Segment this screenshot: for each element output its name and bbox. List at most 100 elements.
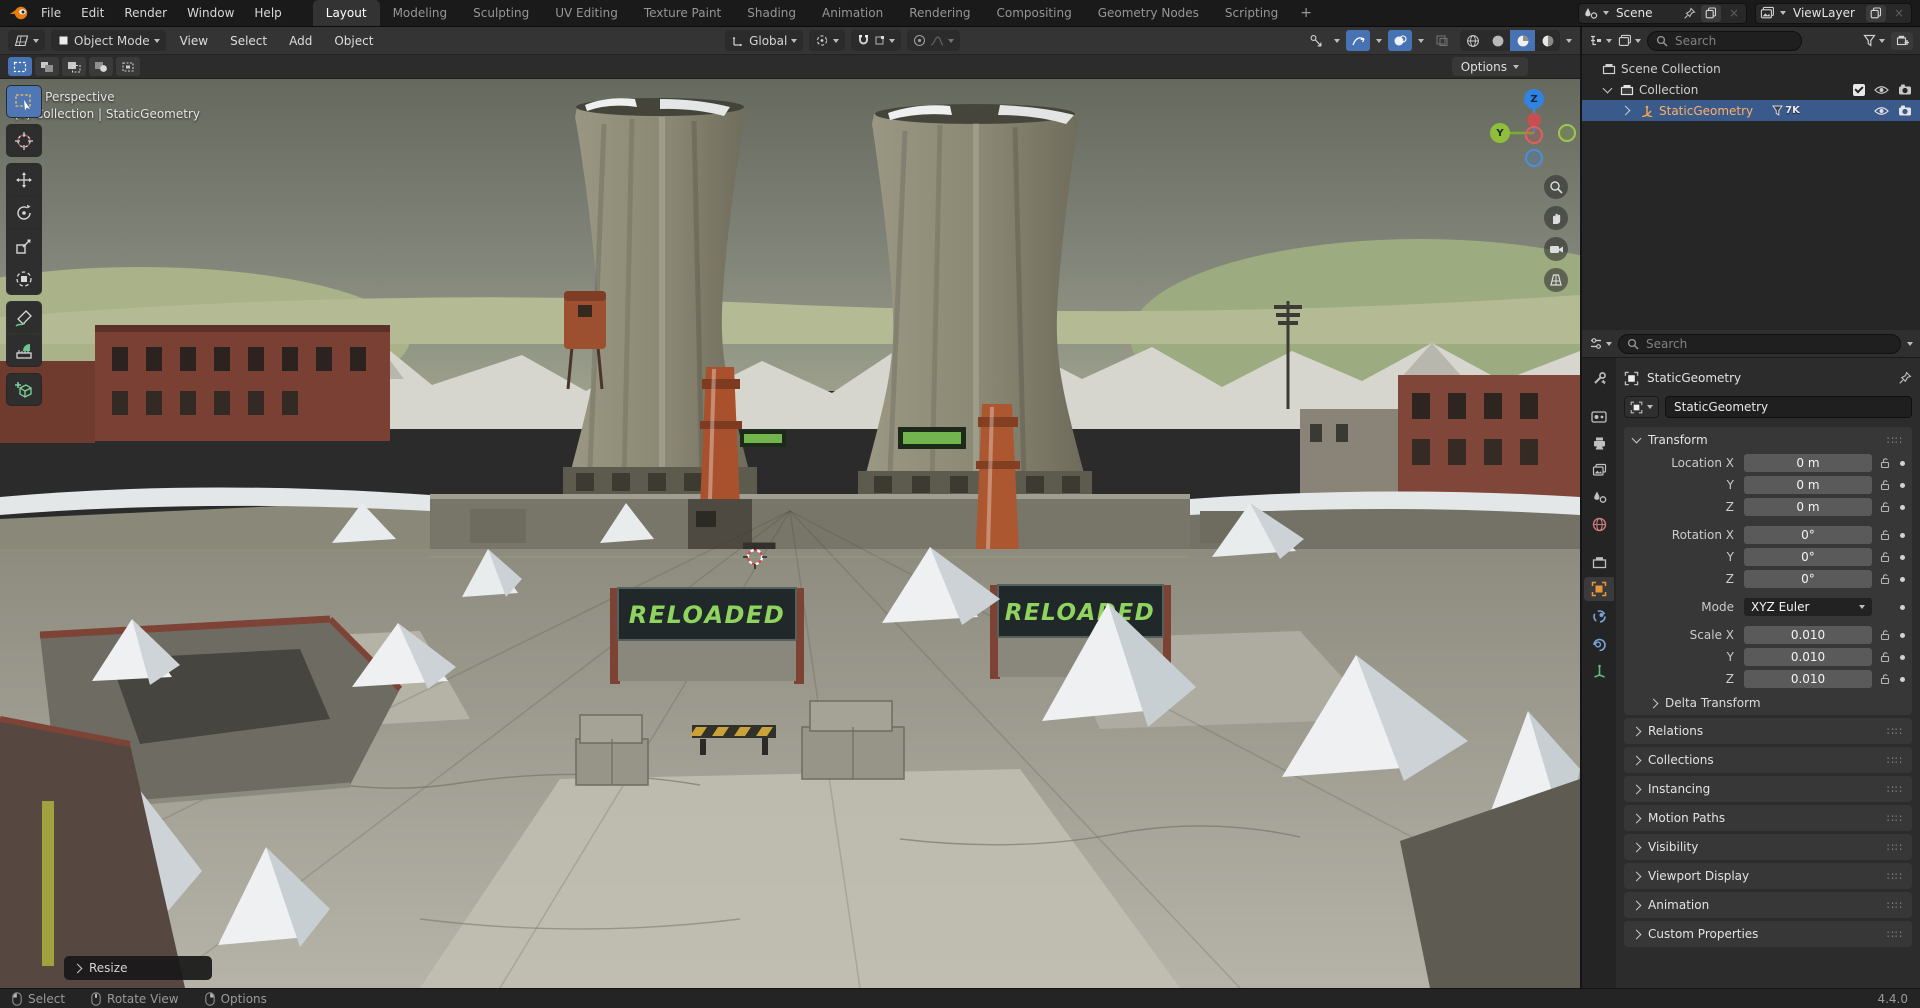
properties-search[interactable] [1618,334,1901,354]
menu-select[interactable]: Select [222,31,275,51]
lock-open-icon[interactable] [1879,651,1891,663]
menu-view[interactable]: View [172,31,216,51]
tab-constraints-properties[interactable] [1584,604,1614,628]
viewport-display-panel[interactable]: Viewport Display∷∷ [1624,863,1912,889]
panel-grip-icon[interactable]: ∷∷ [1887,899,1903,912]
menu-help[interactable]: Help [245,2,290,24]
scale-y-field[interactable]: 0.010 [1744,648,1872,666]
outliner-search-input[interactable] [1673,33,1793,49]
outliner-display-mode[interactable] [1618,34,1641,47]
properties-editor-selector[interactable] [1589,337,1612,350]
snapping-controls[interactable] [851,30,901,51]
lock-open-icon[interactable] [1879,479,1891,491]
select-box-tool[interactable] [7,86,41,117]
pan-view-button[interactable] [1544,206,1568,230]
tab-view-layer-properties[interactable] [1584,458,1614,482]
animate-dot[interactable] [1900,461,1905,466]
select-mode-invert-button[interactable] [89,57,113,76]
zoom-view-button[interactable] [1544,175,1568,199]
add-workspace-button[interactable]: + [1291,0,1321,26]
view-layer-name[interactable]: ViewLayer [1791,6,1861,20]
tab-texture-paint[interactable]: Texture Paint [631,0,734,26]
perspective-toggle-button[interactable] [1544,268,1568,292]
custom-properties-panel[interactable]: Custom Properties∷∷ [1624,921,1912,947]
chevron-down-icon[interactable] [1334,39,1340,43]
transform-tool[interactable] [7,263,41,294]
gizmo-y-axis[interactable]: Y [1490,123,1510,143]
relations-panel[interactable]: Relations∷∷ [1624,718,1912,744]
shading-wireframe-button[interactable] [1460,30,1485,51]
motion-paths-panel[interactable]: Motion Paths∷∷ [1624,805,1912,831]
menu-edit[interactable]: Edit [72,2,113,24]
tab-sculpting[interactable]: Sculpting [460,0,542,26]
tab-output-properties[interactable] [1584,431,1614,455]
eye-icon[interactable] [1874,85,1889,95]
instancing-panel[interactable]: Instancing∷∷ [1624,776,1912,802]
lock-open-icon[interactable] [1879,457,1891,469]
tool-options-button[interactable]: Options [1452,57,1528,76]
lock-open-icon[interactable] [1879,529,1891,541]
tab-compositing[interactable]: Compositing [983,0,1084,26]
outliner-row-staticgeometry[interactable]: StaticGeometry 7K [1582,100,1920,121]
properties-options-chevron[interactable] [1907,342,1913,346]
scale-x-field[interactable]: 0.010 [1744,626,1872,644]
xray-toggle[interactable] [1388,30,1412,51]
object-name-field[interactable] [1665,396,1912,418]
tab-collection-properties[interactable] [1584,550,1614,574]
scene-icon[interactable] [1583,6,1598,20]
tab-render-properties[interactable] [1584,404,1614,428]
lock-open-icon[interactable] [1879,501,1891,513]
tab-modeling[interactable]: Modeling [380,0,461,26]
animate-dot[interactable] [1900,555,1905,560]
gizmo-x-axis[interactable] [1527,113,1541,127]
annotate-tool[interactable] [7,302,41,333]
panel-grip-icon[interactable]: ∷∷ [1887,870,1903,883]
pin-icon[interactable] [1683,7,1696,20]
shading-material-preview-button[interactable] [1510,30,1535,51]
transform-panel-header[interactable]: Transform ∷∷ [1624,427,1912,453]
gizmo-z-axis[interactable]: Z [1524,89,1544,109]
animate-dot[interactable] [1900,633,1905,638]
gizmo-x-neg-axis[interactable] [1525,126,1543,144]
object-id-selector[interactable] [1624,396,1659,418]
pivot-point-selector[interactable] [809,30,845,51]
operator-panel[interactable]: Resize [64,956,212,980]
rotate-tool[interactable] [7,197,41,228]
gizmo-z-neg-axis[interactable] [1525,149,1543,167]
navigation-gizmo[interactable]: Z Y [1488,87,1580,179]
outliner-search[interactable] [1647,31,1802,51]
show-gizmos-toggle[interactable] [1304,30,1328,51]
lock-open-icon[interactable] [1879,573,1891,585]
scene-unlink-button[interactable]: × [1726,6,1742,20]
outliner-row-collection[interactable]: Collection [1582,79,1920,100]
delta-transform-subpanel[interactable]: Delta Transform [1624,691,1912,715]
view-layer-add-button[interactable] [1866,5,1886,22]
chevron-down-icon[interactable] [1376,39,1382,43]
select-mode-intersect-button[interactable] [116,57,140,76]
expand-icon[interactable] [1621,106,1631,116]
location-x-field[interactable]: 0 m [1744,454,1872,472]
tab-layout[interactable]: Layout [313,0,380,26]
panel-grip-icon[interactable]: ∷∷ [1887,783,1903,796]
move-tool[interactable] [7,164,41,195]
menu-render[interactable]: Render [115,2,176,24]
collections-panel[interactable]: Collections∷∷ [1624,747,1912,773]
render-pass-button[interactable] [1430,30,1454,51]
scale-z-field[interactable]: 0.010 [1744,670,1872,688]
animate-dot[interactable] [1900,483,1905,488]
proportional-editing-controls[interactable] [907,30,960,51]
chevron-down-icon[interactable] [1566,39,1572,43]
scene-name[interactable]: Scene [1614,6,1678,20]
location-z-field[interactable]: 0 m [1744,498,1872,516]
collection-checkbox[interactable] [1853,84,1865,96]
select-mode-subtract-button[interactable] [62,57,86,76]
shading-rendered-button[interactable] [1535,30,1560,51]
camera-view-button[interactable] [1544,237,1568,261]
view-layer-browse-chevron[interactable] [1780,11,1786,15]
tab-tool-properties[interactable] [1584,366,1614,390]
location-y-field[interactable]: 0 m [1744,476,1872,494]
chevron-down-icon[interactable] [1418,39,1424,43]
gizmo-y-neg-axis[interactable] [1558,124,1576,142]
tab-scene-properties[interactable] [1584,485,1614,509]
panel-grip-icon[interactable]: ∷∷ [1887,812,1903,825]
